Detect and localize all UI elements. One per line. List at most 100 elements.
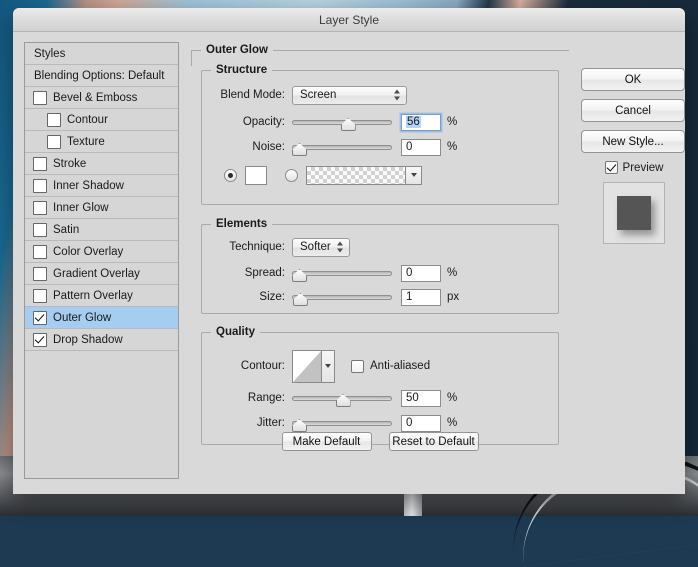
style-row-contour[interactable]: Contour — [25, 109, 178, 131]
range-input[interactable]: 50 — [401, 389, 441, 407]
jitter-input[interactable]: 0 — [401, 414, 441, 432]
fill-type-row — [224, 165, 422, 185]
style-checkbox[interactable] — [47, 134, 61, 149]
noise-value: 0 — [406, 141, 413, 153]
noise-unit: % — [447, 141, 458, 153]
blending-options-row[interactable]: Blending Options: Default — [25, 65, 178, 87]
size-unit: px — [447, 291, 460, 303]
contour-picker[interactable] — [292, 349, 335, 383]
technique-value: Softer — [300, 241, 331, 253]
style-row-texture[interactable]: Texture — [25, 131, 178, 153]
range-unit: % — [447, 392, 458, 404]
style-checkbox[interactable] — [33, 332, 47, 347]
style-row-satin[interactable]: Satin — [25, 219, 178, 241]
size-row: Size: 1 px — [209, 287, 459, 307]
updown-arrows-icon — [337, 241, 344, 254]
style-row-gradient-overlay[interactable]: Gradient Overlay — [25, 263, 178, 285]
blend-mode-row: Blend Mode: Screen — [209, 85, 407, 105]
structure-legend: Structure — [211, 64, 273, 76]
contour-row: Contour: Anti-aliased — [209, 349, 430, 383]
style-row-outer-glow[interactable]: Outer Glow — [25, 307, 178, 329]
default-buttons-row: Make Default Reset to Default — [191, 432, 569, 451]
glow-color-swatch[interactable] — [245, 165, 267, 185]
preview-label: Preview — [622, 161, 664, 174]
gradient-radio[interactable] — [285, 168, 298, 182]
style-checkbox[interactable] — [33, 244, 47, 259]
reset-to-default-button[interactable]: Reset to Default — [388, 432, 479, 451]
blend-mode-select[interactable]: Screen — [292, 85, 407, 105]
style-row-label: Satin — [53, 223, 80, 236]
jitter-label: Jitter: — [256, 417, 285, 429]
spread-unit: % — [447, 267, 458, 279]
style-checkbox[interactable] — [33, 90, 47, 105]
style-row-color-overlay[interactable]: Color Overlay — [25, 241, 178, 263]
style-checkbox[interactable] — [33, 178, 47, 193]
dialog-actions-panel: OK Cancel New Style... Preview — [581, 68, 685, 244]
style-row-bevel-emboss[interactable]: Bevel & Emboss — [25, 87, 178, 109]
outer-glow-group: Outer Glow — [191, 44, 569, 56]
spread-row: Spread: 0 % — [209, 263, 457, 283]
dialog-titlebar[interactable]: Layer Style — [13, 8, 685, 32]
noise-label: Noise: — [252, 141, 285, 153]
style-row-inner-shadow[interactable]: Inner Shadow — [25, 175, 178, 197]
range-slider[interactable] — [292, 389, 392, 407]
preview-swatch — [617, 196, 651, 230]
size-value: 1 — [406, 291, 413, 303]
style-row-pattern-overlay[interactable]: Pattern Overlay — [25, 285, 178, 307]
technique-select[interactable]: Softer — [292, 237, 350, 257]
spread-label: Spread: — [244, 267, 285, 279]
noise-row: Noise: 0 % — [209, 137, 457, 157]
size-slider-track — [292, 295, 392, 300]
style-row-label: Bevel & Emboss — [53, 91, 138, 104]
spread-value: 0 — [406, 267, 413, 279]
outer-glow-legend: Outer Glow — [201, 44, 273, 56]
style-row-label: Texture — [67, 135, 105, 148]
opacity-input[interactable]: 56 — [401, 113, 441, 131]
style-checkbox[interactable] — [33, 156, 47, 171]
solid-color-radio[interactable] — [224, 168, 237, 182]
style-checkbox[interactable] — [33, 222, 47, 237]
blend-mode-value: Screen — [300, 89, 337, 101]
gradient-dropdown-button[interactable] — [405, 166, 421, 184]
style-row-label: Outer Glow — [53, 311, 112, 324]
style-row-drop-shadow[interactable]: Drop Shadow — [25, 329, 178, 351]
style-row-label: Gradient Overlay — [53, 267, 140, 280]
dialog-title: Layer Style — [318, 12, 380, 27]
blend-mode-label: Blend Mode: — [220, 89, 285, 101]
spread-slider[interactable] — [292, 264, 392, 282]
opacity-slider[interactable] — [292, 113, 392, 131]
gradient-preview — [307, 166, 405, 184]
style-checkbox[interactable] — [47, 112, 61, 127]
style-row-stroke[interactable]: Stroke — [25, 153, 178, 175]
style-row-label: Contour — [67, 113, 108, 126]
make-default-button[interactable]: Make Default — [281, 432, 372, 451]
size-input[interactable]: 1 — [401, 288, 441, 306]
elements-legend: Elements — [211, 218, 273, 230]
style-checkbox[interactable] — [33, 310, 47, 325]
quality-group: Quality Contour: Anti-aliased Range: 50 … — [201, 326, 559, 445]
ok-button[interactable]: OK — [581, 68, 685, 91]
anti-aliased-checkbox[interactable] — [351, 359, 364, 373]
noise-slider[interactable] — [292, 138, 392, 156]
cancel-button[interactable]: Cancel — [581, 99, 685, 122]
style-row-inner-glow[interactable]: Inner Glow — [25, 197, 178, 219]
style-checkbox[interactable] — [33, 288, 47, 303]
new-style-button[interactable]: New Style... — [581, 130, 685, 153]
gradient-picker[interactable] — [306, 165, 422, 185]
jitter-slider-track — [292, 421, 392, 426]
preview-checkbox[interactable] — [604, 161, 618, 174]
style-checkbox[interactable] — [33, 200, 47, 215]
jitter-slider[interactable] — [292, 414, 392, 432]
noise-input[interactable]: 0 — [401, 138, 441, 156]
styles-list-header[interactable]: Styles — [25, 43, 178, 65]
style-row-label: Drop Shadow — [53, 333, 123, 346]
outer-glow-frame-left — [191, 50, 192, 66]
quality-legend: Quality — [211, 326, 260, 338]
size-slider[interactable] — [292, 288, 392, 306]
spread-slider-track — [292, 271, 392, 276]
styles-items-container: Bevel & Emboss Contour Texture Stroke Inner … — [25, 87, 178, 351]
updown-arrows-icon — [394, 89, 401, 102]
style-checkbox[interactable] — [33, 266, 47, 281]
contour-dropdown-button[interactable] — [321, 350, 334, 382]
spread-input[interactable]: 0 — [401, 264, 441, 282]
